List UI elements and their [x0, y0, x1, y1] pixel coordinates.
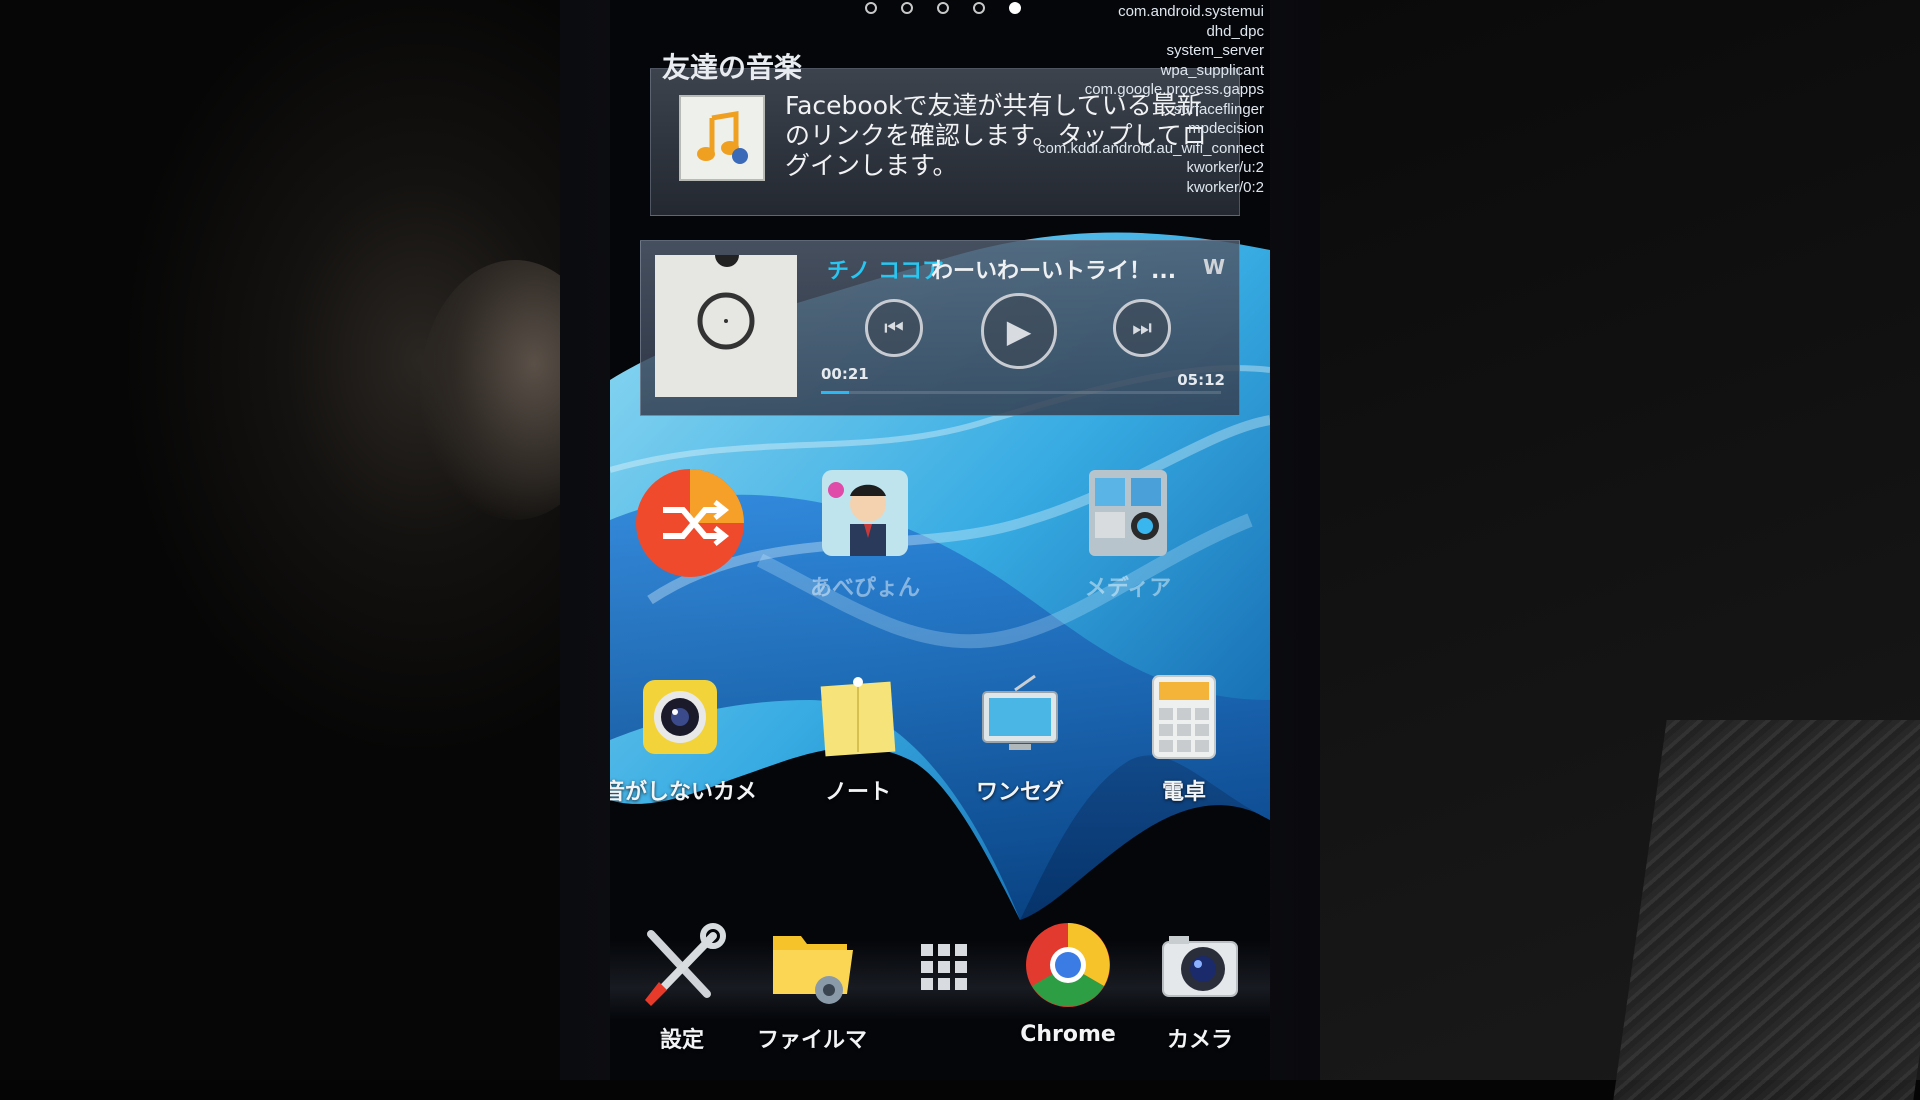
track-artist: チノ ココア — [827, 259, 944, 284]
previous-track-button[interactable]: ⏮ — [865, 299, 923, 357]
process-name: wpa_supplicant — [1160, 61, 1264, 79]
app-label: 音がしないカメ — [610, 780, 757, 805]
music-note-icon — [679, 95, 765, 181]
app-label: ワンセグ — [975, 780, 1064, 805]
app-label: 電卓 — [1161, 780, 1206, 805]
track-title: わーいわーいトライ！... — [931, 259, 1177, 284]
previous-icon: ⏮ — [884, 315, 904, 341]
process-name: kworker/0:2 — [1186, 178, 1264, 196]
app-label: メディア — [1084, 576, 1172, 601]
album-art[interactable] — [655, 255, 797, 397]
process-name: dhd_dpc — [1206, 22, 1264, 40]
page-dot[interactable] — [937, 2, 949, 14]
process-overlay: com.android.systemui dhd_dpc system_serv… — [1038, 2, 1264, 197]
elapsed-time: 00:21 — [821, 365, 869, 383]
app-oneseg[interactable]: ワンセグ — [940, 672, 1100, 806]
chrome-icon — [1026, 923, 1110, 1007]
app-label: ノート — [824, 780, 891, 805]
next-track-button[interactable]: ⏭ — [1113, 299, 1171, 357]
phone-screen: Facebookで友達が共有している最新のリンクを確認します。タップしてログイン… — [610, 0, 1270, 1080]
app-calculator[interactable]: 電卓 — [1104, 672, 1264, 806]
dock-camera[interactable]: カメラ — [1120, 920, 1270, 1054]
character-icon — [822, 470, 908, 556]
app-abepyon[interactable]: あべぴょん — [785, 468, 945, 602]
camera-lens-icon — [643, 680, 717, 754]
page-dot-active[interactable] — [1009, 2, 1021, 14]
process-name: surfaceflinger — [1173, 100, 1264, 118]
process-name: kworker/u:2 — [1186, 159, 1264, 176]
tv-icon — [982, 674, 1058, 750]
play-button[interactable]: ▶ — [981, 293, 1057, 369]
fabric-texture — [1613, 720, 1920, 1100]
process-name: system_server — [1166, 42, 1264, 59]
play-icon: ▶ — [1006, 312, 1032, 350]
page-dot[interactable] — [901, 2, 913, 14]
progress-bar[interactable] — [821, 391, 1221, 394]
walkman-widget[interactable]: チノ ココア わーいわーいトライ！... W ⏮ ▶ ⏭ 00:21 05:12 — [640, 240, 1240, 416]
app-label: ファイルマ — [756, 1028, 867, 1053]
grid-icon — [921, 944, 967, 990]
app-label: カメラ — [1166, 1028, 1233, 1053]
folder-gear-icon — [773, 936, 853, 1004]
app-silent-camera[interactable]: 音がしないカメ — [610, 672, 760, 806]
process-name: com.kddi.android.au_wifi_connect — [1038, 139, 1264, 157]
process-name: com.google.process.gapps — [1084, 81, 1264, 98]
total-time: 05:12 — [1177, 371, 1225, 389]
tools-icon — [645, 923, 726, 1006]
next-icon: ⏭ — [1132, 315, 1152, 341]
page-dot[interactable] — [973, 2, 985, 14]
camera-icon — [1162, 936, 1238, 997]
background-left — [0, 0, 640, 1080]
sticky-note-icon — [820, 677, 896, 757]
walkman-logo-icon: W — [1202, 255, 1225, 279]
app-media[interactable]: メディア — [1048, 468, 1208, 602]
page-indicator — [865, 2, 1021, 14]
page-dot[interactable] — [865, 2, 877, 14]
shuffle-icon — [636, 469, 744, 577]
app-label: あべぴょん — [809, 576, 920, 601]
process-name: mpdecision — [1188, 120, 1264, 137]
media-folder-icon — [1089, 470, 1167, 556]
app-shuffle[interactable] — [610, 468, 770, 586]
app-note[interactable]: ノート — [778, 672, 938, 806]
calculator-icon — [1152, 675, 1216, 759]
progress-fill — [821, 391, 849, 394]
friends-music-title: 友達の音楽 — [662, 51, 803, 84]
process-name: com.android.systemui — [1118, 3, 1264, 20]
